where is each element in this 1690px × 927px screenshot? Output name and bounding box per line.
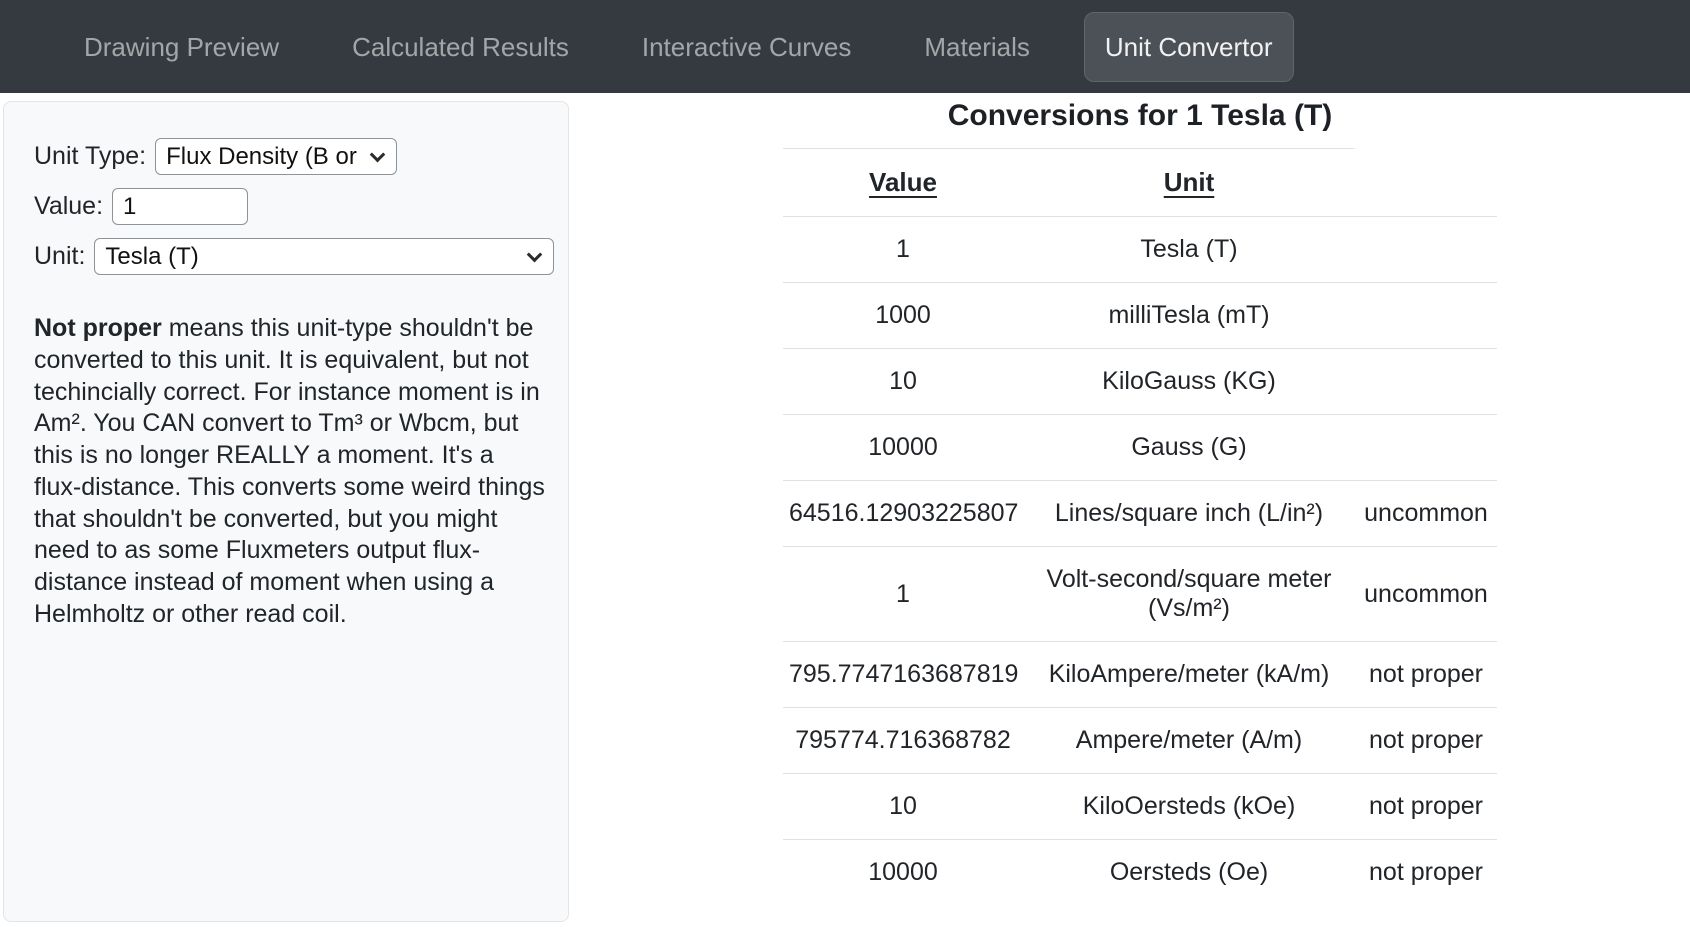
conversion-value: 64516.12903225807 — [783, 481, 1023, 547]
unit-select[interactable]: Tesla (T) — [94, 238, 554, 275]
converter-panel: Unit Type: Flux Density (B or J) Value: … — [3, 101, 569, 922]
conversion-value: 10000 — [783, 840, 1023, 906]
value-label: Value: — [34, 192, 103, 221]
table-row: 795.7747163687819 KiloAmpere/meter (kA/m… — [783, 642, 1497, 708]
table-row: 10 KiloOersteds (kOe) not proper — [783, 774, 1497, 840]
conversion-value: 795.7747163687819 — [783, 642, 1023, 708]
table-row: 64516.12903225807 Lines/square inch (L/i… — [783, 481, 1497, 547]
conversion-value: 795774.716368782 — [783, 708, 1023, 774]
conversions-title: Conversions for 1 Tesla (T) — [783, 96, 1497, 136]
conversion-unit: KiloOersteds (kOe) — [1023, 774, 1355, 840]
conversion-value: 10 — [783, 349, 1023, 415]
conversion-value: 1 — [783, 547, 1023, 642]
not-proper-note: Not proper means this unit-type shouldn'… — [34, 313, 546, 631]
conversion-unit: Gauss (G) — [1023, 415, 1355, 481]
conversion-value: 1000 — [783, 283, 1023, 349]
tab-interactive-curves[interactable]: Interactive Curves — [642, 28, 852, 66]
table-row: 10000 Gauss (G) — [783, 415, 1497, 481]
note-lead: Not proper — [34, 314, 162, 342]
column-header-value: Value — [783, 149, 1023, 217]
conversion-value: 1 — [783, 217, 1023, 283]
table-row: 1 Volt-second/square meter (Vs/m²) uncom… — [783, 547, 1497, 642]
unit-type-row: Unit Type: Flux Density (B or J) — [34, 138, 538, 175]
top-navbar: Drawing Preview Calculated Results Interac… — [0, 0, 1690, 93]
conversion-unit: Tesla (T) — [1023, 217, 1355, 283]
conversion-unit: Oersteds (Oe) — [1023, 840, 1355, 906]
conversion-note — [1355, 217, 1497, 283]
unit-type-label: Unit Type: — [34, 142, 146, 171]
conversion-note — [1355, 415, 1497, 481]
value-input[interactable] — [112, 188, 248, 225]
conversion-note: uncommon — [1355, 481, 1497, 547]
conversion-note: not proper — [1355, 840, 1497, 906]
tab-unit-convertor[interactable]: Unit Convertor — [1084, 12, 1294, 82]
conversion-note: not proper — [1355, 642, 1497, 708]
conversion-unit: Volt-second/square meter (Vs/m²) — [1023, 547, 1355, 642]
conversion-note: uncommon — [1355, 547, 1497, 642]
table-header-row: Value Unit — [783, 149, 1497, 217]
conversion-unit: KiloAmpere/meter (kA/m) — [1023, 642, 1355, 708]
tab-materials[interactable]: Materials — [924, 28, 1029, 66]
table-row: 1000 milliTesla (mT) — [783, 283, 1497, 349]
conversion-unit: milliTesla (mT) — [1023, 283, 1355, 349]
conversion-note: not proper — [1355, 708, 1497, 774]
tab-drawing-preview[interactable]: Drawing Preview — [84, 28, 279, 66]
column-header-unit: Unit — [1023, 149, 1355, 217]
conversion-note — [1355, 349, 1497, 415]
table-row: 10 KiloGauss (KG) — [783, 349, 1497, 415]
table-row: 10000 Oersteds (Oe) not proper — [783, 840, 1497, 906]
table-row: 795774.716368782 Ampere/meter (A/m) not … — [783, 708, 1497, 774]
unit-select-wrap: Tesla (T) — [94, 238, 554, 275]
unit-label: Unit: — [34, 242, 85, 271]
conversion-value: 10000 — [783, 415, 1023, 481]
conversion-note — [1355, 283, 1497, 349]
note-body: means this unit-type shouldn't be conver… — [34, 314, 545, 628]
conversion-unit: Ampere/meter (A/m) — [1023, 708, 1355, 774]
conversion-note: not proper — [1355, 774, 1497, 840]
conversions-table: Value Unit 1 Tesla (T) 1000 milliTesla (… — [783, 148, 1497, 905]
unit-type-select-wrap: Flux Density (B or J) — [155, 138, 397, 175]
conversion-unit: KiloGauss (KG) — [1023, 349, 1355, 415]
unit-type-select[interactable]: Flux Density (B or J) — [155, 138, 397, 175]
table-row: 1 Tesla (T) — [783, 217, 1497, 283]
value-row: Value: — [34, 188, 538, 225]
unit-row: Unit: Tesla (T) — [34, 238, 538, 275]
conversion-value: 10 — [783, 774, 1023, 840]
conversions-section: Conversions for 1 Tesla (T) Value Unit 1… — [783, 96, 1497, 905]
conversion-unit: Lines/square inch (L/in²) — [1023, 481, 1355, 547]
column-header-note — [1355, 149, 1497, 217]
tab-calculated-results[interactable]: Calculated Results — [352, 28, 569, 66]
